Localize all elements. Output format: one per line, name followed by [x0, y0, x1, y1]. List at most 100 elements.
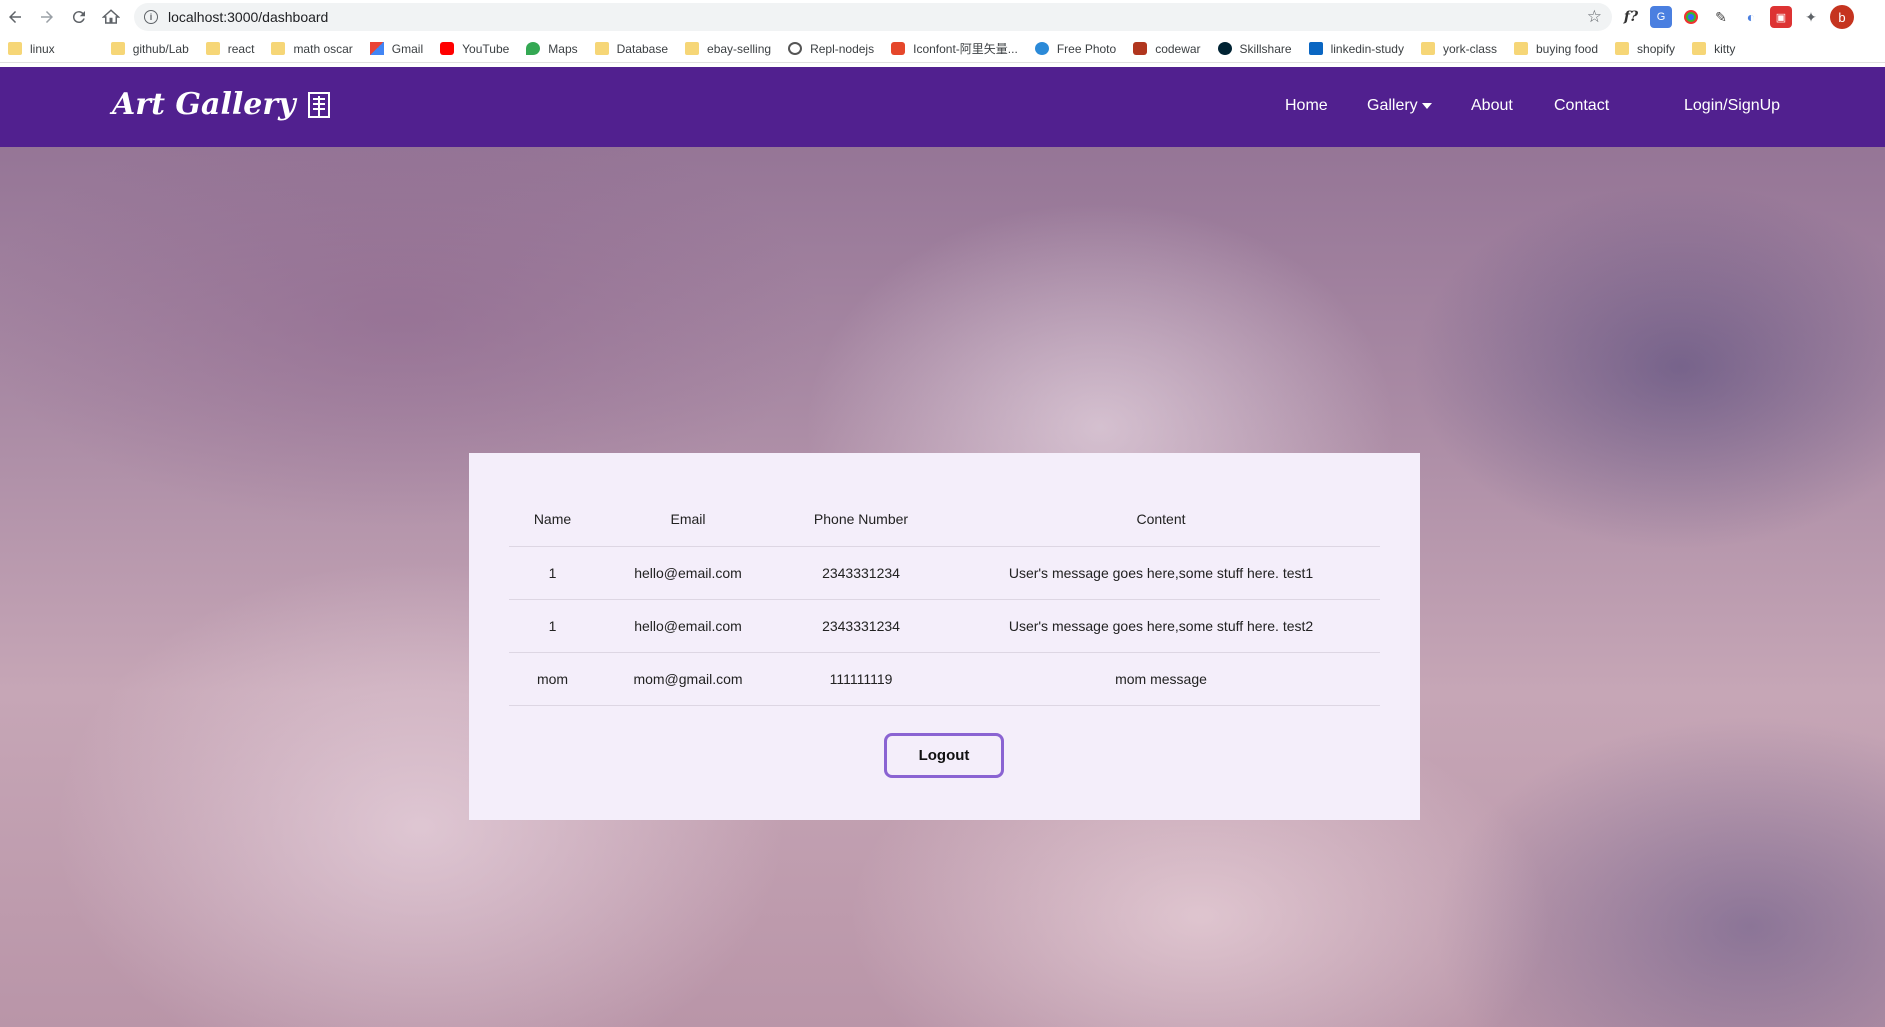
iconfont-icon — [891, 42, 906, 55]
bookmark-label: Repl-nodejs — [810, 41, 875, 56]
address-bar[interactable]: i localhost:3000/dashboard ☆ — [134, 3, 1612, 31]
bookmark-label: Free Photo — [1056, 41, 1117, 56]
info-icon[interactable]: i — [144, 10, 158, 24]
table-row: mom mom@gmail.com 111111119 mom message — [509, 652, 1380, 706]
vpn-extension-icon[interactable]: ◐ — [1740, 6, 1762, 28]
linkedin-icon — [1308, 42, 1323, 55]
bookmark-label: Database — [616, 41, 669, 56]
reload-icon[interactable] — [64, 2, 94, 32]
bookmark-item[interactable]: shopify — [1615, 42, 1675, 56]
bookmark-star-icon[interactable]: ☆ — [1587, 7, 1602, 27]
folder-icon — [1692, 42, 1707, 55]
cell-content: mom message — [942, 652, 1380, 706]
replit-icon — [788, 42, 803, 55]
nav-contact-link[interactable]: Contact — [1554, 97, 1609, 115]
url-text: localhost:3000/dashboard — [168, 9, 329, 25]
bookmark-item[interactable]: Skillshare — [1217, 41, 1292, 56]
bookmark-label: react — [227, 41, 255, 56]
eyedropper-extension-icon[interactable]: ✎ — [1710, 6, 1732, 28]
nav-about-link[interactable]: About — [1471, 97, 1513, 115]
gmail-icon — [369, 42, 384, 55]
font-extension-icon[interactable]: f? — [1620, 6, 1642, 28]
screenshot-extension-icon[interactable]: ▣ — [1770, 6, 1792, 28]
caret-down-icon — [1421, 102, 1432, 109]
table-row: 1 hello@email.com 2343331234 User's mess… — [509, 599, 1380, 653]
bookmark-label: Iconfont-阿里矢量... — [913, 42, 1018, 56]
cell-content: User's message goes here,some stuff here… — [942, 599, 1380, 653]
bookmark-item[interactable]: linux — [8, 42, 55, 56]
home-icon[interactable] — [96, 2, 126, 32]
bookmark-item[interactable]: buying food — [1513, 42, 1598, 56]
youtube-icon — [440, 42, 455, 55]
profile-avatar[interactable]: b — [1830, 5, 1854, 29]
bookmark-item[interactable]: kitty — [1692, 42, 1735, 56]
cell-email: mom@gmail.com — [596, 652, 780, 706]
header-phone: Phone Number — [780, 493, 942, 547]
cell-name: 1 — [509, 599, 596, 653]
cell-phone: 2343331234 — [780, 546, 942, 600]
bookmark-item[interactable]: Repl-nodejs — [788, 42, 874, 56]
folder-icon — [8, 42, 22, 55]
logout-button[interactable]: Logout — [884, 733, 1004, 778]
table-row: 1 hello@email.com 2343331234 User's mess… — [509, 546, 1380, 600]
bookmark-item[interactable]: github/Lab — [110, 42, 189, 56]
bookmark-item[interactable] — [72, 42, 94, 55]
messages-table: Name Email Phone Number Content 1 hello@… — [509, 493, 1380, 706]
bookmark-label: linux — [30, 41, 55, 56]
bookmark-item[interactable]: Free Photo — [1034, 41, 1117, 56]
bookmark-item[interactable]: Database — [594, 41, 669, 56]
bookmark-item[interactable]: Iconfont-阿里矢量... — [891, 40, 1018, 57]
bookmark-item[interactable]: Gmail — [369, 41, 424, 56]
bookmark-label: codewar — [1155, 41, 1201, 56]
cell-name: 1 — [509, 546, 596, 600]
cell-phone: 111111119 — [780, 652, 942, 706]
bookmark-item[interactable]: york-class — [1420, 42, 1497, 56]
bookmark-item[interactable]: ebay-selling — [685, 42, 771, 56]
puzzle-extensions-icon[interactable]: ✦ — [1800, 6, 1822, 28]
cell-email: hello@email.com — [596, 546, 780, 600]
nav-login-link[interactable]: Login/SignUp — [1684, 97, 1780, 115]
cell-name: mom — [509, 652, 596, 706]
bookmark-label: ebay-selling — [707, 41, 772, 56]
header-email: Email — [596, 493, 780, 547]
folder-icon — [1615, 42, 1630, 55]
skillshare-icon — [1217, 42, 1232, 55]
bookmark-item[interactable]: math oscar — [271, 41, 353, 56]
bookmark-item[interactable]: codewar — [1133, 41, 1201, 56]
brand-logo[interactable]: Art Gallery — [112, 87, 330, 122]
bookmark-label: Gmail — [391, 41, 424, 56]
bookmark-item[interactable]: linkedin-study — [1308, 41, 1404, 56]
folder-icon — [685, 42, 700, 55]
browser-toolbar: i localhost:3000/dashboard ☆ f? G ✎ ◐ ▣ … — [0, 0, 1885, 34]
bookmark-label: math oscar — [293, 41, 353, 56]
nav-gallery-label: Gallery — [1367, 97, 1418, 114]
cell-phone: 2343331234 — [780, 599, 942, 653]
back-icon[interactable] — [0, 2, 30, 32]
codepen-icon — [72, 42, 86, 55]
pixabay-icon — [1034, 42, 1049, 55]
folder-icon — [205, 42, 220, 55]
header-name: Name — [509, 493, 596, 547]
bookmark-item[interactable]: Maps — [526, 42, 578, 56]
bookmarks-bar: linux github/Lab react math oscar Gmail YouTu… — [0, 35, 1885, 63]
bookmark-label: YouTube — [462, 41, 510, 56]
nav-gallery-dropdown[interactable]: Gallery — [1367, 97, 1432, 115]
dashboard-card: Name Email Phone Number Content 1 hello@… — [469, 453, 1420, 820]
maps-icon — [526, 42, 541, 55]
color-picker-extension-icon[interactable] — [1680, 6, 1702, 28]
bookmark-item[interactable]: react — [205, 41, 255, 56]
cell-content: User's message goes here,some stuff here… — [942, 546, 1380, 600]
site-navbar: Art Gallery Home Gallery About Contact L… — [0, 67, 1885, 147]
forward-icon[interactable] — [32, 2, 62, 32]
folder-icon — [1420, 42, 1435, 55]
folder-icon — [271, 42, 286, 55]
table-header-row: Name Email Phone Number Content — [509, 493, 1380, 547]
nav-home-link[interactable]: Home — [1285, 97, 1328, 115]
folder-icon — [110, 42, 125, 55]
translate-extension-icon[interactable]: G — [1650, 6, 1672, 28]
header-content: Content — [942, 493, 1380, 547]
bookmark-label: Skillshare — [1239, 41, 1292, 56]
bookmark-item[interactable]: YouTube — [440, 42, 509, 56]
bookmark-label: linkedin-study — [1330, 41, 1404, 56]
folder-icon — [1513, 42, 1528, 55]
